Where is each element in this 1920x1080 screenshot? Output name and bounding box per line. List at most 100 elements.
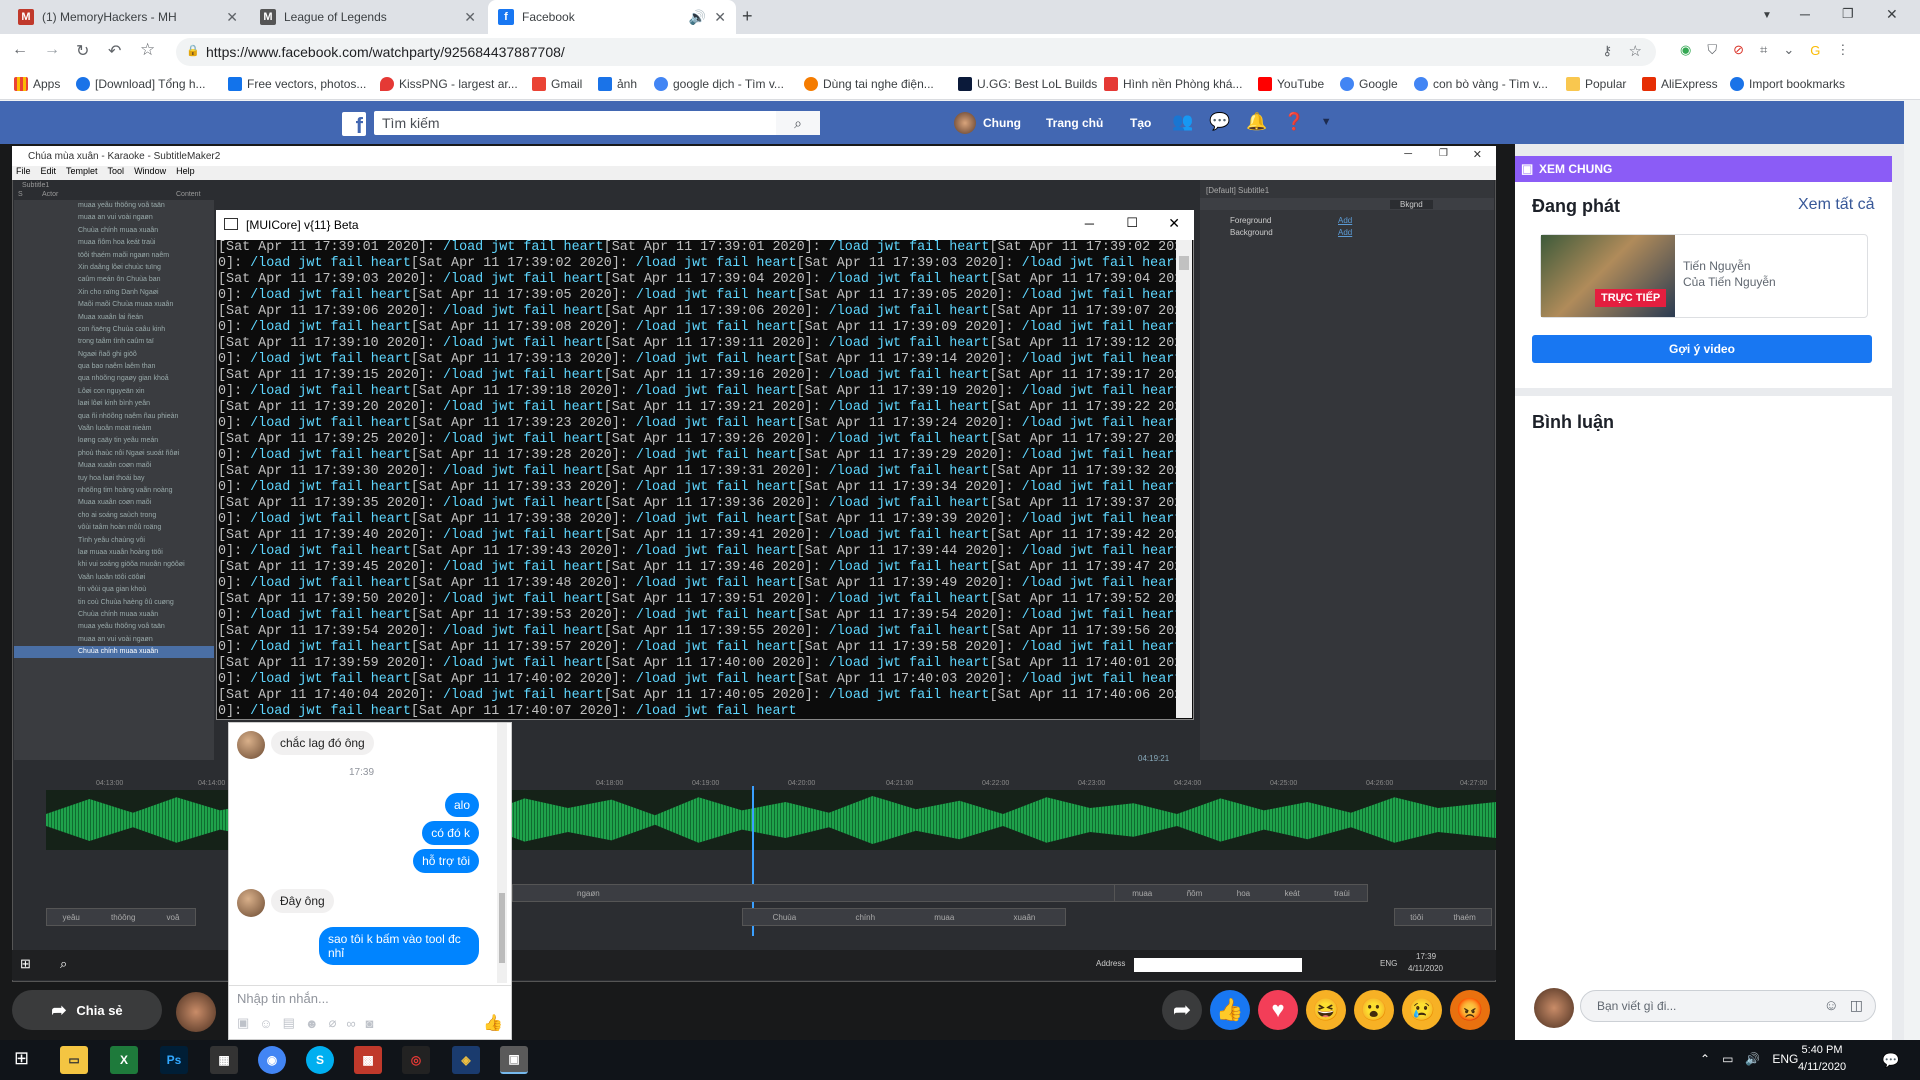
minimize-icon[interactable]: ─ [1404,148,1412,160]
menu-edit[interactable]: Edit [41,166,57,180]
profile-link[interactable]: Chung [983,116,1021,130]
friends-icon[interactable]: 👥 [1172,112,1193,132]
subtitle-line[interactable]: tin vôùi qua gian khoù [14,584,214,596]
gif-icon[interactable]: ▤ [283,1015,295,1031]
skype-icon[interactable]: S [306,1046,334,1074]
maximize-icon[interactable]: ☐ [1126,215,1138,231]
subtitle-track-1b[interactable]: muaa ñôm hoa keát traùi [1114,884,1368,902]
bookmark-gmail[interactable]: Gmail [532,77,582,91]
tab-facebook[interactable]: f Facebook 🔊 ✕ [488,0,736,34]
windows-start-icon[interactable]: ⊞ [14,1048,29,1069]
bookmark-google[interactable]: Google [1340,77,1398,91]
subtitle-line[interactable]: muaa yeâu thöông voâ taän [14,621,214,633]
subtitle-line[interactable]: tin coù Chuùa haèng ôû cuøng [14,597,214,609]
subtitle-line[interactable]: Muaa xuaân coøn maõi [14,497,214,509]
address-bar[interactable]: 🔒 https://www.facebook.com/watchparty/92… [176,38,1656,66]
bookmark-youtube[interactable]: YouTube [1258,77,1324,91]
messenger-icon[interactable]: 💬 [1209,112,1230,132]
more-vert-icon[interactable]: ⋮ [1836,42,1849,58]
add-foreground-link[interactable]: Add [1338,216,1352,225]
menu-templet[interactable]: Templet [66,166,98,180]
menu-file[interactable]: File [16,166,31,180]
subtitle-track-2b[interactable]: Chuùa chính muaa xuaân [742,908,1066,926]
subtitle-line[interactable]: phoù thaùc nôi Ngaøi suoát ñôøi [14,448,214,460]
angry-reaction-icon[interactable]: 😡 [1450,990,1490,1030]
close-icon[interactable]: ✕ [714,9,726,26]
subtitle-line[interactable]: muaa yeâu thöông voâ taän [14,200,214,212]
crop-icon[interactable]: ⌗ [1760,42,1767,58]
bookmark-apps[interactable]: Apps [14,77,60,91]
video-item[interactable]: TRỰC TIẾP Tiến Nguyễn Của Tiến Nguyễn [1540,234,1868,318]
bookmark-kisspng[interactable]: KissPNG - largest ar... [380,77,518,91]
subtitle-line[interactable]: trong taâm tình caûm taï [14,336,214,348]
subtitle-line[interactable]: Maõi maõi Chuùa muaa xuaân [14,299,214,311]
see-all-link[interactable]: Xem tất cả [1798,196,1874,214]
shield-icon[interactable]: ⛉ [1707,42,1717,58]
restore-icon[interactable]: ❐ [1842,6,1854,22]
subtitle-line[interactable]: muaa an vui voài ngaøn [14,212,214,224]
account-menu-icon[interactable]: ▼ [1321,116,1332,128]
bookmark-google-dich[interactable]: google dịch - Tìm v... [654,77,784,91]
help-icon[interactable]: ❓ [1284,112,1305,132]
file-explorer-icon[interactable]: ▭ [60,1046,88,1074]
bookmark-tai-nghe[interactable]: Dùng tai nghe điện... [804,77,934,91]
tab-league-of-legends[interactable]: M League of Legends ✕ [250,0,486,34]
subtitle-line[interactable]: qua nhöõng ngaøy gian khoå [14,373,214,385]
subtitle-line[interactable]: Lôøi con nguyeän xin [14,386,214,398]
subtitle-line[interactable]: Xin daâng lôøi chuùc tuïng [14,262,214,274]
bookmark-download[interactable]: [Download] Tổng h... [76,77,206,91]
bookmark-freepik[interactable]: Free vectors, photos... [228,77,366,91]
key-icon[interactable]: ⚷ [1602,43,1612,59]
subtitle-line[interactable]: khi vui soáng giöõa muoân ngöôøi [14,559,214,571]
link-icon[interactable]: ∞ [346,1016,355,1031]
sticker-icon[interactable]: ◫ [1850,997,1863,1014]
subtitle-line[interactable]: qua bao naêm laêm than [14,361,214,373]
subtitle-line[interactable]: loøng caäy tin yeâu meán [14,435,214,447]
subtitle-line[interactable]: töôi thaém maõi ngaøn naêm [14,250,214,262]
notification-icon[interactable]: 💬 [1882,1052,1899,1069]
love-reaction-icon[interactable]: ♥ [1258,990,1298,1030]
star-icon[interactable]: ☆ [1629,42,1642,60]
minimize-icon[interactable]: ─ [1800,6,1810,22]
subtitle-line[interactable]: tuy hoa laøi thoái bay [14,473,214,485]
subtitle-line[interactable]: vôùi taâm hoàn môû roäng [14,522,214,534]
image-icon[interactable]: ▣ [237,1015,249,1031]
bookmark-import[interactable]: Import bookmarks [1730,77,1845,91]
emoji-icon[interactable]: ☺ [1824,997,1839,1014]
subtitle-line[interactable]: Muaa xuaân lai ñeán [14,312,214,324]
subtitle-line[interactable]: Chuùa chính muaa xuaân [14,646,214,659]
emoji-icon[interactable]: ☻ [305,1016,319,1031]
facebook-search-input[interactable]: Tìm kiếm ⌕ [374,111,820,135]
subtitle-tab[interactable]: Subtitle1 [22,182,49,189]
bookmark-anh[interactable]: ảnh [598,77,637,91]
reload-icon[interactable]: ↻ [76,41,89,61]
subtitle-line[interactable]: muaa an vui voài ngaøn [14,634,214,646]
sticker-icon[interactable]: ☺ [259,1016,272,1031]
add-background-link[interactable]: Add [1338,228,1352,237]
subtitle-line[interactable]: laø muaa xuaân hoàng töôi [14,547,214,559]
subtitle-line[interactable]: Chuùa chính muaa xuaân [14,609,214,621]
home-link[interactable]: Trang chủ [1046,116,1103,130]
subtitle-line[interactable]: cho ai soáng saùch trong [14,510,214,522]
bookmark-ugg[interactable]: U.GG: Best LoL Builds [958,77,1097,91]
volume-icon[interactable]: 🔊 [1745,1052,1760,1066]
bookmark-aliexpress[interactable]: AliExpress [1642,77,1718,91]
garena-icon[interactable]: ◎ [402,1046,430,1074]
network-icon[interactable]: ▭ [1722,1052,1733,1066]
close-icon[interactable]: ✕ [226,9,238,26]
subtitle-line[interactable]: Tình yeâu chaùng vôi [14,535,214,547]
photoshop-icon[interactable]: Ps [160,1046,188,1074]
chrome-extension-icon[interactable]: ◉ [1680,42,1691,58]
back-icon[interactable]: ← [12,41,28,59]
facebook-logo-icon[interactable]: f [342,112,366,137]
undo-icon[interactable]: ↶ [108,41,121,61]
subtitle-lines-list[interactable]: muaa yeâu thöông voâ taän muaa an vui voà… [14,200,214,760]
subtitle-line[interactable]: muaa ñôm hoa keát traùi [14,237,214,249]
pocket-icon[interactable]: ⌄ [1783,42,1794,58]
bookmark-popular[interactable]: Popular [1566,77,1626,91]
restore-icon[interactable]: ❐ [1439,148,1448,159]
subtitle-line[interactable]: nhöõng tim hoàng vaãn noàng [14,485,214,497]
forward-icon[interactable]: → [44,41,60,59]
bookmark-star-icon[interactable]: ☆ [140,40,155,60]
create-link[interactable]: Tạo [1130,116,1151,130]
